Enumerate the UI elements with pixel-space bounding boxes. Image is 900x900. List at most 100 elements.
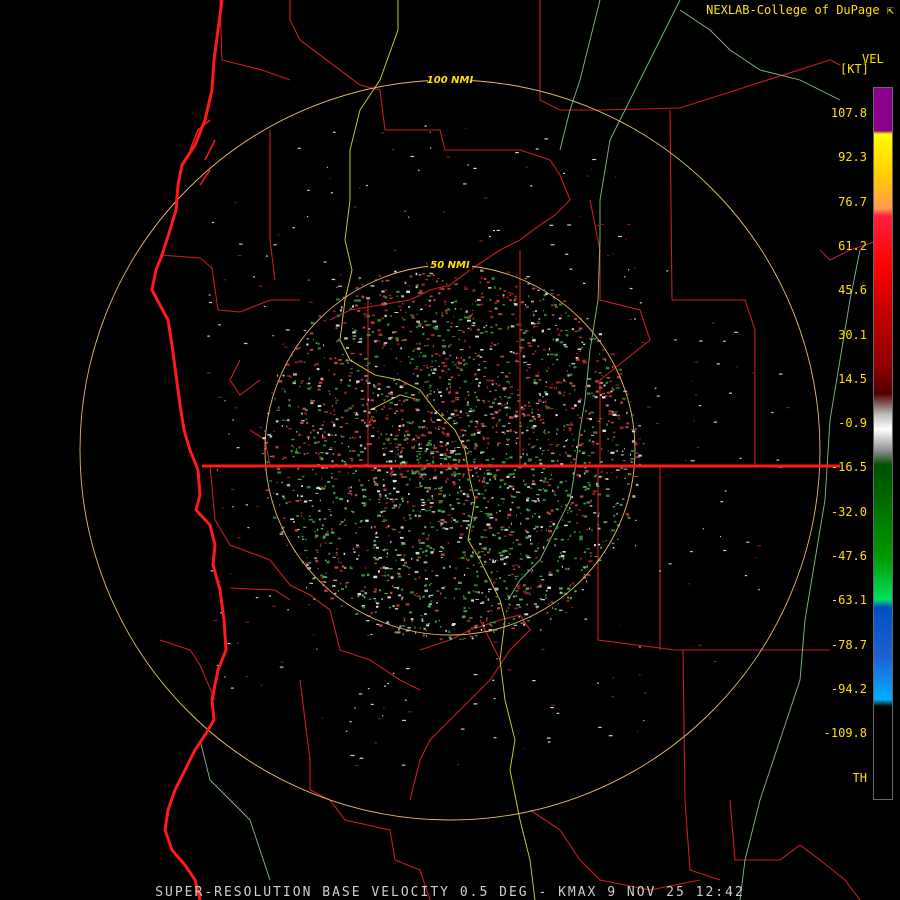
echo-pixel bbox=[360, 590, 365, 592]
echo-pixel bbox=[282, 374, 285, 377]
echo-pixel bbox=[598, 333, 603, 336]
echo-pixel bbox=[526, 499, 529, 502]
echo-pixel bbox=[391, 470, 394, 472]
echo-pixel bbox=[350, 368, 353, 370]
echo-pixel bbox=[460, 357, 462, 359]
echo-pixel bbox=[423, 467, 426, 470]
echo-pixel bbox=[308, 518, 313, 521]
echo-pixel bbox=[596, 482, 599, 486]
echo-pixel bbox=[532, 339, 535, 342]
echo-pixel bbox=[527, 569, 530, 571]
echo-pixel bbox=[469, 489, 472, 491]
echo-pixel bbox=[331, 531, 335, 534]
echo-pixel bbox=[472, 317, 475, 320]
echo-pixel bbox=[536, 607, 538, 610]
echo-pixel bbox=[638, 454, 642, 457]
echo-pixel bbox=[552, 523, 555, 526]
echo-pixel bbox=[280, 661, 284, 663]
echo-pixel bbox=[499, 577, 501, 579]
echo-pixel bbox=[466, 415, 470, 417]
echo-pixel bbox=[492, 401, 495, 404]
echo-pixel bbox=[473, 564, 475, 566]
echo-pixel bbox=[526, 276, 530, 278]
echo-pixel bbox=[416, 458, 420, 461]
echo-pixel bbox=[398, 400, 401, 402]
echo-pixel bbox=[437, 334, 441, 337]
echo-pixel bbox=[571, 385, 576, 387]
echo-pixel bbox=[393, 438, 398, 441]
echo-pixel bbox=[470, 554, 473, 558]
echo-pixel bbox=[439, 592, 442, 595]
echo-pixel bbox=[629, 453, 631, 456]
echo-pixel bbox=[398, 305, 402, 308]
echo-pixel bbox=[364, 592, 368, 595]
echo-pixel bbox=[626, 411, 628, 415]
echo-pixel bbox=[476, 299, 481, 301]
echo-pixel bbox=[518, 616, 521, 618]
echo-pixel bbox=[778, 373, 783, 375]
echo-pixel bbox=[391, 397, 395, 399]
source-credit[interactable]: NEXLAB-College of DuPage ⇱ bbox=[706, 3, 894, 17]
echo-pixel bbox=[596, 485, 600, 487]
echo-pixel bbox=[484, 489, 487, 492]
echo-pixel bbox=[374, 742, 378, 744]
echo-pixel bbox=[347, 492, 352, 495]
echo-pixel bbox=[480, 566, 484, 568]
echo-pixel bbox=[602, 541, 604, 543]
echo-pixel bbox=[570, 461, 573, 463]
echo-pixel bbox=[532, 352, 535, 355]
echo-pixel bbox=[497, 294, 499, 296]
echo-pixel bbox=[210, 570, 213, 572]
echo-pixel bbox=[506, 610, 508, 613]
echo-pixel bbox=[532, 480, 535, 483]
echo-pixel bbox=[513, 430, 516, 433]
echo-pixel bbox=[448, 452, 451, 454]
echo-pixel bbox=[368, 328, 371, 330]
echo-pixel bbox=[429, 366, 434, 368]
echo-pixel bbox=[595, 474, 597, 477]
echo-pixel bbox=[314, 531, 316, 533]
echo-pixel bbox=[337, 338, 341, 342]
echo-pixel bbox=[300, 382, 303, 384]
echo-pixel bbox=[723, 549, 727, 552]
echo-pixel bbox=[545, 405, 547, 408]
echo-pixel bbox=[468, 425, 470, 428]
echo-pixel bbox=[493, 641, 498, 643]
echo-pixel bbox=[237, 255, 242, 257]
echo-pixel bbox=[563, 404, 566, 406]
echo-pixel bbox=[266, 305, 269, 308]
echo-pixel bbox=[446, 308, 451, 311]
echo-pixel bbox=[541, 471, 544, 473]
echo-pixel bbox=[531, 300, 534, 303]
echo-pixel bbox=[495, 578, 498, 580]
echo-pixel bbox=[404, 519, 407, 521]
echo-pixel bbox=[425, 510, 429, 512]
echo-pixel bbox=[401, 295, 404, 298]
echo-pixel bbox=[429, 386, 431, 389]
echo-pixel bbox=[588, 412, 591, 415]
echo-pixel bbox=[335, 327, 338, 329]
echo-pixel bbox=[256, 506, 259, 508]
echo-pixel bbox=[335, 324, 340, 327]
echo-pixel bbox=[597, 682, 599, 684]
echo-pixel bbox=[579, 537, 583, 541]
echo-pixel bbox=[523, 414, 526, 417]
echo-pixel bbox=[615, 503, 617, 506]
echo-pixel bbox=[474, 373, 477, 376]
echo-pixel bbox=[283, 497, 286, 500]
echo-pixel bbox=[412, 300, 415, 303]
echo-pixel bbox=[317, 405, 322, 407]
echo-pixel bbox=[400, 526, 404, 529]
echo-pixel bbox=[283, 517, 286, 519]
echo-pixel bbox=[275, 446, 279, 449]
echo-pixel bbox=[611, 459, 614, 461]
echo-pixel bbox=[416, 313, 418, 315]
echo-pixel bbox=[311, 468, 314, 471]
echo-pixel bbox=[463, 380, 467, 383]
echo-pixel bbox=[472, 525, 475, 528]
echo-pixel bbox=[224, 400, 226, 402]
echo-pixel bbox=[425, 450, 427, 453]
echo-pixel bbox=[245, 675, 249, 677]
echo-pixel bbox=[355, 532, 358, 534]
radar-map[interactable]: 100 NMI50 NMI bbox=[0, 0, 900, 900]
